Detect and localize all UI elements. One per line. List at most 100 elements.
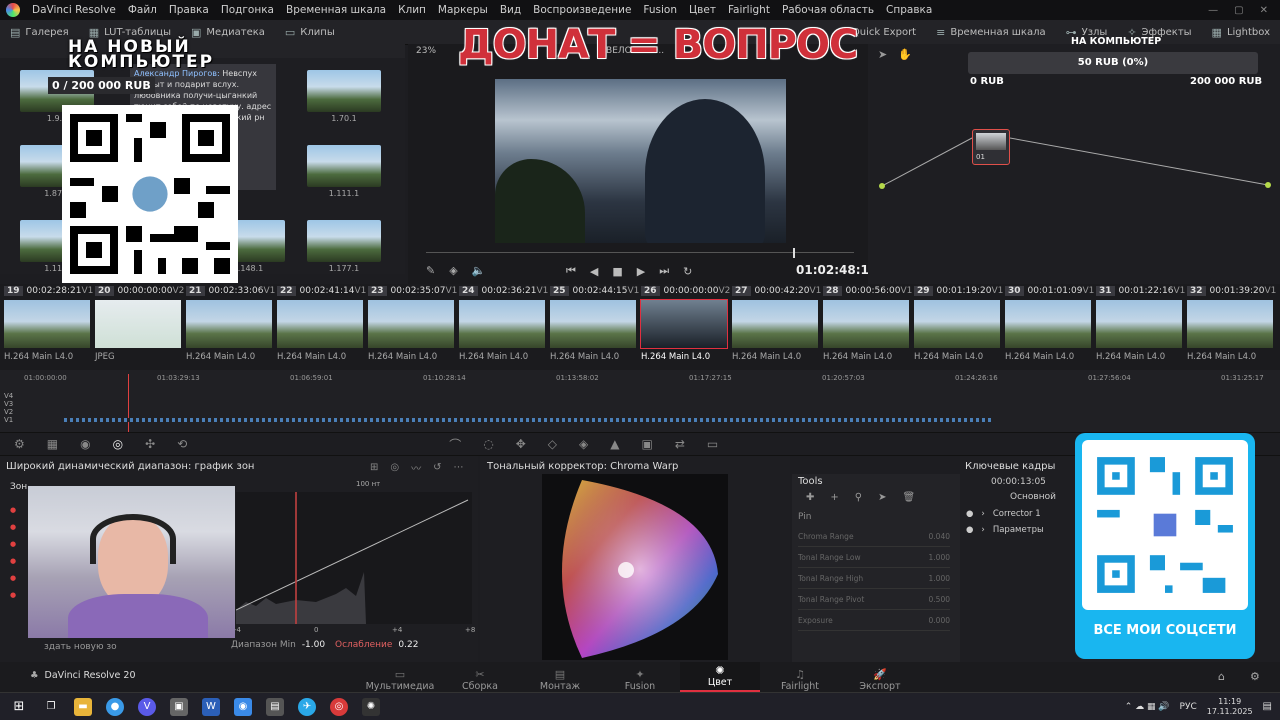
clip-thumbnail[interactable] <box>550 300 636 348</box>
param-row[interactable]: Tonal Range Pivot 0.500 <box>798 589 950 610</box>
clip-item[interactable]: 20 00:00:00:00 V2 JPEG <box>95 284 184 370</box>
clip-thumbnail[interactable] <box>186 300 272 348</box>
clip-item[interactable]: 21 00:02:33:06 V1 H.264 Main L4.0 <box>186 284 275 370</box>
tab-media[interactable]: ▭ Мультимедиа <box>360 662 440 694</box>
falloff-field[interactable]: Ослабление 0.22 <box>335 640 418 650</box>
skip-forward-icon[interactable]: ⏭ <box>659 264 669 278</box>
sizing-icon[interactable]: ⇄ <box>675 437 685 451</box>
select-icon[interactable]: ➤ <box>878 492 886 503</box>
clip-item[interactable]: 27 00:00:42:20 V1 H.264 Main L4.0 <box>732 284 821 370</box>
menu-item-view[interactable]: Вид <box>494 4 527 16</box>
qualifier-icon[interactable]: ✥ <box>516 437 526 451</box>
clip-item[interactable]: 23 00:02:35:07 V1 H.264 Main L4.0 <box>368 284 457 370</box>
param-value[interactable]: 1.000 <box>929 574 950 583</box>
clip-item[interactable]: 28 00:00:56:00 V1 H.264 Main L4.0 <box>823 284 912 370</box>
maximize-icon[interactable]: ▢ <box>1234 5 1243 16</box>
color-node[interactable]: 01 <box>972 129 1010 165</box>
menu-item-playback[interactable]: Воспроизведение <box>527 4 637 16</box>
expand-arrow-icon[interactable]: › <box>981 509 984 519</box>
obs-icon[interactable]: ◉ <box>234 697 252 716</box>
still-thumbnail[interactable] <box>307 145 381 187</box>
target-icon[interactable]: ◎ <box>390 462 399 473</box>
param-row[interactable]: Exposure 0.000 <box>798 610 950 631</box>
clips-button[interactable]: ▭ Клипы <box>275 27 345 38</box>
expand-arrow-icon[interactable]: › <box>981 525 984 535</box>
windows-start-icon[interactable]: ⊞ <box>10 698 28 716</box>
minimize-icon[interactable]: — <box>1208 5 1218 16</box>
hdr-icon[interactable]: ◎ <box>113 437 123 451</box>
menu-item-fusion[interactable]: Fusion <box>637 4 683 16</box>
gallery-button[interactable]: ▤ Галерея <box>0 27 79 38</box>
tab-deliver[interactable]: 🚀 Экспорт <box>840 662 920 694</box>
clip-thumbnail[interactable] <box>4 300 90 348</box>
menu-item-clip[interactable]: Клип <box>392 4 432 16</box>
recorder-icon[interactable]: ◎ <box>330 697 348 716</box>
playhead[interactable] <box>793 248 795 258</box>
waveform-icon[interactable]: 〰 <box>411 460 421 475</box>
language-indicator[interactable]: РУС <box>1180 702 1197 712</box>
3d-icon[interactable]: ▭ <box>707 437 718 451</box>
loop-icon[interactable]: ↻ <box>683 265 692 278</box>
media-button[interactable]: ▣ Медиатека <box>181 27 275 38</box>
keyframe-row[interactable]: ● › Параметры <box>966 525 1044 535</box>
curves-icon[interactable]: ⌒ <box>449 436 461 453</box>
lut-button[interactable]: ▦ LUT-таблицы <box>79 27 181 38</box>
hand-icon[interactable]: ✋ <box>898 48 912 61</box>
telegram-icon[interactable]: ✈ <box>298 697 316 716</box>
tab-edit[interactable]: ▤ Монтаж <box>520 662 600 694</box>
clip-item[interactable]: 26 00:00:00:00 V2 H.264 Main L4.0 <box>640 284 730 370</box>
window-icon[interactable]: ◇ <box>548 437 557 451</box>
word-icon[interactable]: W <box>202 697 220 716</box>
tracker-icon[interactable]: ◈ <box>579 437 588 451</box>
timeline-playhead[interactable] <box>128 374 129 432</box>
menu-item-help[interactable]: Справка <box>880 4 938 16</box>
chroma-warp-graph[interactable] <box>542 474 728 660</box>
menu-item-fairlight[interactable]: Fairlight <box>722 4 776 16</box>
menu-item-timeline[interactable]: Временная шкала <box>280 4 392 16</box>
clip-item[interactable]: 24 00:02:36:21 V1 H.264 Main L4.0 <box>459 284 548 370</box>
keyframe-row[interactable]: ● › Corrector 1 <box>966 509 1041 519</box>
falloff-value[interactable]: 0.22 <box>398 640 418 650</box>
tab-cut[interactable]: ✂ Сборка <box>440 662 520 694</box>
more-icon[interactable]: ⋯ <box>454 462 464 473</box>
clip-thumbnail[interactable] <box>277 300 363 348</box>
play-reverse-icon[interactable]: ◀ <box>590 265 598 278</box>
expand-icon[interactable]: ⊞ <box>370 462 378 473</box>
color-warper-icon[interactable]: ◌ <box>483 437 493 451</box>
clock[interactable]: 11:19 17.11.2025 <box>1207 697 1253 717</box>
chrome-icon[interactable]: ● <box>106 697 124 716</box>
notifications-icon[interactable]: ▤ <box>1263 701 1272 712</box>
param-row[interactable]: Tonal Range High 1.000 <box>798 568 950 589</box>
param-row[interactable]: Tonal Range Low 1.000 <box>798 547 950 568</box>
clip-item[interactable]: 22 00:02:41:14 V1 H.264 Main L4.0 <box>277 284 366 370</box>
param-value[interactable]: 1.000 <box>929 553 950 562</box>
range-min-value[interactable]: -1.00 <box>302 640 325 650</box>
clip-thumbnail[interactable] <box>95 300 181 348</box>
menu-item-workspace[interactable]: Рабочая область <box>776 4 880 16</box>
store-icon[interactable]: ▤ <box>266 697 284 716</box>
mini-timeline[interactable]: 01:00:00:00 01:03:29:13 01:06:59:01 01:10:2… <box>0 370 1280 432</box>
clip-thumbnail[interactable] <box>1187 300 1273 348</box>
menu-item-trim[interactable]: Подгонка <box>215 4 280 16</box>
camera-raw-icon[interactable]: ⚙ <box>14 437 25 451</box>
key-icon[interactable]: ▣ <box>641 437 652 451</box>
menu-item-mark[interactable]: Маркеры <box>432 4 494 16</box>
tab-fusion[interactable]: ✦ Fusion <box>600 662 680 694</box>
skip-back-icon[interactable]: ⏮ <box>566 264 576 278</box>
param-row[interactable]: Chroma Range 0.040 <box>798 526 950 547</box>
explorer-icon[interactable]: ▬ <box>74 697 92 716</box>
social-button[interactable]: ВСЕ МОИ СОЦСЕТИ <box>1075 623 1255 638</box>
zone-graph[interactable] <box>236 492 472 624</box>
reset-icon[interactable]: ↺ <box>433 462 441 473</box>
resolve-taskbar-icon[interactable]: ✺ <box>362 697 380 716</box>
param-value[interactable]: 0.000 <box>929 616 950 625</box>
clip-thumbnail[interactable] <box>823 300 909 348</box>
pin-icon[interactable]: ⚲ <box>855 492 862 503</box>
clip-item[interactable]: 29 00:01:19:20 V1 H.264 Main L4.0 <box>914 284 1003 370</box>
layers-icon[interactable]: ◈ <box>449 264 457 277</box>
system-tray-icons[interactable]: ⌃ ☁ ▦ 🔊 <box>1125 702 1170 712</box>
create-zone-button[interactable]: здать новую зо <box>44 642 117 652</box>
close-icon[interactable]: ✕ <box>1260 5 1268 16</box>
clip-item[interactable]: 32 00:01:39:20 V1 H.264 Main L4.0 <box>1187 284 1276 370</box>
still-thumbnail[interactable] <box>307 220 381 262</box>
